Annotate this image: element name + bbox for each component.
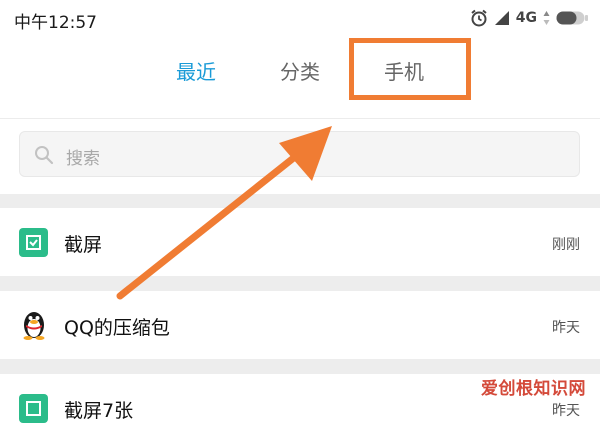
search-icon [35,146,54,165]
search-input[interactable]: 搜索 [19,131,580,177]
file-time: 昨天 [552,403,580,419]
battery-icon [556,11,588,25]
tab-bar: 最近 分类 手机 [0,56,600,96]
status-icons: 4G [470,8,588,28]
signal-icon [494,11,509,25]
section-gap [0,276,600,291]
watermark: 爱创根知识网 [481,379,586,399]
file-title: 截屏7张 [64,400,134,422]
file-title: QQ的压缩包 [64,317,170,339]
annotation-highlight-box [349,38,471,100]
section-gap [0,359,600,374]
status-time: 中午12:57 [14,13,97,33]
tab-recent[interactable]: 最近 [176,56,216,85]
tab-category[interactable]: 分类 [280,56,320,85]
section-gap [0,194,600,208]
data-arrows-icon [543,11,550,25]
search-placeholder: 搜索 [66,149,100,169]
file-time: 刚刚 [552,237,580,253]
network-label: 4G [515,10,537,26]
status-bar: 中午12:57 4G [0,0,600,36]
file-title: 截屏 [64,234,103,256]
file-time: 昨天 [552,320,580,336]
screenshot-folder-icon [19,394,48,423]
tab-divider [0,118,600,119]
screenshot-folder-icon [19,228,48,257]
qq-penguin-icon [23,312,45,340]
file-list-item[interactable]: 截屏 刚刚 [0,208,600,276]
alarm-icon [471,9,487,27]
file-list-item[interactable]: QQ的压缩包 昨天 [0,291,600,359]
